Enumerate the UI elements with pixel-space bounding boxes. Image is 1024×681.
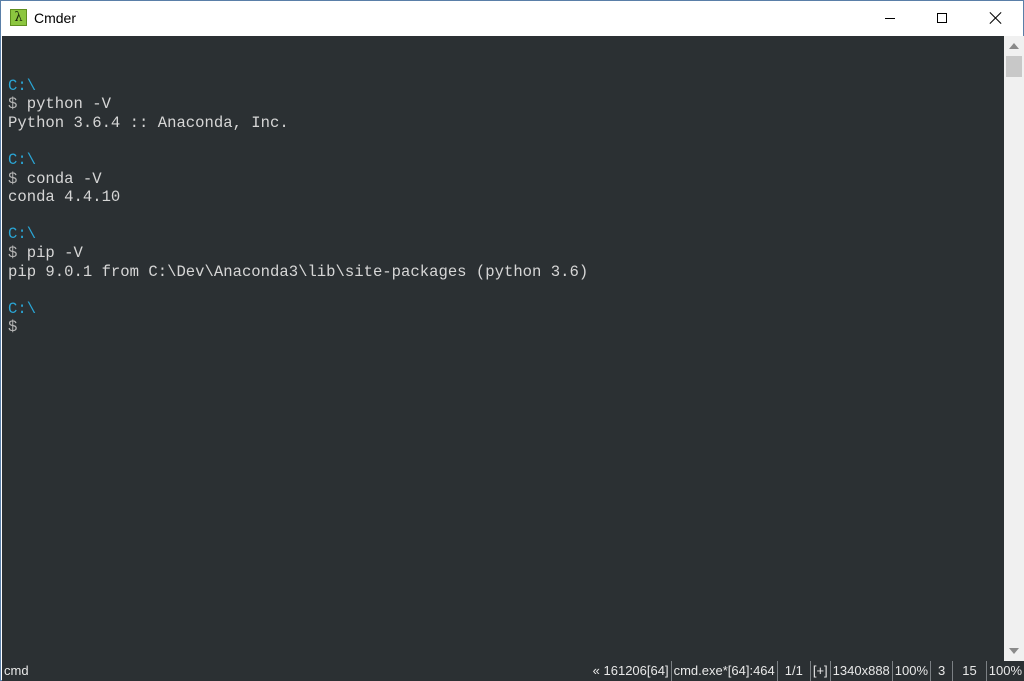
- status-cells: « 161206[64] cmd.exe*[64]:464 1/1 [+] 13…: [591, 661, 1024, 681]
- close-icon: [989, 11, 1003, 25]
- status-tab-index[interactable]: 1/1: [776, 661, 810, 681]
- status-size[interactable]: 1340x888: [829, 661, 892, 681]
- prompt-path-line: C:\: [8, 151, 588, 170]
- status-bar: cmd « 161206[64] cmd.exe*[64]:464 1/1 [+…: [2, 661, 1024, 681]
- maximize-icon: [937, 13, 947, 23]
- scroll-thumb[interactable]: [1006, 56, 1022, 77]
- status-console-name: cmd: [4, 663, 29, 678]
- prompt-path: C:\: [8, 150, 37, 169]
- terminal-console[interactable]: C:\ $ python -V Python 3.6.4 :: Anaconda, …: [2, 36, 1004, 661]
- status-transparency[interactable]: 100%: [985, 661, 1024, 681]
- prompt-symbol: $: [8, 318, 18, 337]
- status-cursor-row[interactable]: 15: [952, 661, 985, 681]
- output-line: Python 3.6.4 :: Anaconda, Inc.: [8, 113, 289, 132]
- close-button[interactable]: [973, 1, 1019, 35]
- command-line: $ conda -V: [8, 170, 588, 189]
- command-line: $ python -V: [8, 95, 588, 114]
- status-zoom[interactable]: 100%: [891, 661, 930, 681]
- terminal-output: C:\ $ python -V Python 3.6.4 :: Anaconda, …: [8, 58, 588, 337]
- minimize-button[interactable]: [867, 1, 913, 35]
- command-line: $: [8, 318, 588, 337]
- prompt-path: C:\: [8, 299, 37, 318]
- title-bar[interactable]: λ Cmder: [1, 1, 1023, 35]
- prompt-path-line: C:\: [8, 225, 588, 244]
- prompt-path: C:\: [8, 225, 37, 244]
- lambda-icon[interactable]: λ: [10, 9, 27, 26]
- cmder-window: λ Cmder C:\ $ python -V Python 3.6.4 :: An…: [0, 0, 1024, 681]
- status-cursor-col[interactable]: 3: [930, 661, 952, 681]
- vertical-scrollbar[interactable]: [1004, 36, 1024, 661]
- prompt-symbol: $: [8, 169, 18, 188]
- scroll-down-icon[interactable]: [1009, 648, 1019, 654]
- prompt-symbol: $: [8, 243, 18, 262]
- status-process[interactable]: cmd.exe*[64]:464: [670, 661, 777, 681]
- minimize-icon: [885, 17, 895, 19]
- prompt-symbol: $: [8, 95, 18, 114]
- maximize-button[interactable]: [919, 1, 965, 35]
- command-text: conda -V: [17, 169, 102, 188]
- prompt-path-line: C:\: [8, 300, 588, 319]
- output-line: conda 4.4.10: [8, 188, 121, 207]
- prompt-path: C:\: [8, 76, 37, 95]
- status-new-console[interactable]: [+]: [809, 661, 830, 681]
- prompt-path-line: C:\: [8, 77, 588, 96]
- command-text: python -V: [17, 95, 111, 114]
- command-text: pip -V: [17, 243, 83, 262]
- status-build[interactable]: « 161206[64]: [591, 661, 671, 681]
- output-line: pip 9.0.1 from C:\Dev\Anaconda3\lib\site…: [8, 262, 589, 281]
- scroll-up-icon[interactable]: [1009, 43, 1019, 49]
- window-title: Cmder: [34, 10, 77, 26]
- command-line: $ pip -V: [8, 244, 588, 263]
